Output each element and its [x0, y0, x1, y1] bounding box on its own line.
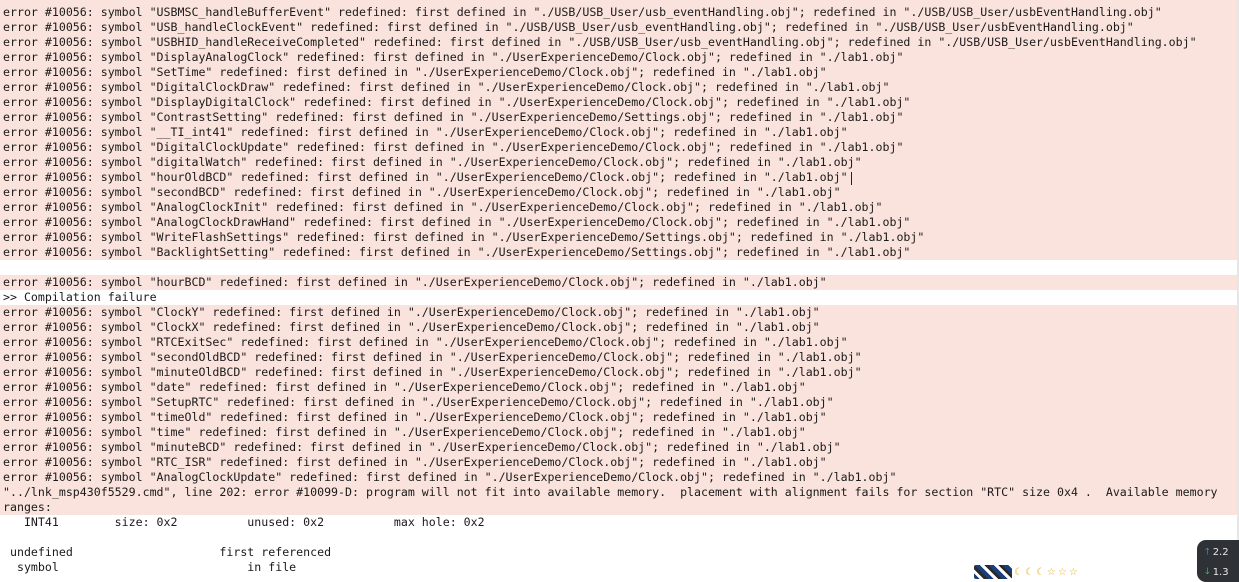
- upload-speed: 2.2: [1212, 546, 1229, 558]
- error-line: error #10056: symbol "AnalogClockUpdate"…: [0, 470, 1237, 485]
- upload-speed-row: 🡑 2.2: [1205, 544, 1229, 560]
- error-line: error #10056: symbol "AnalogClockInit" r…: [0, 200, 1237, 215]
- undefined-symbols-header: undefined first referenced: [0, 545, 1237, 560]
- error-line: error #10056: symbol "DisplayAnalogClock…: [0, 50, 1237, 65]
- error-line: error #10056: symbol "SetupRTC" redefine…: [0, 395, 1237, 410]
- tray-avatar-icon[interactable]: [974, 565, 1012, 579]
- error-line: error #10056: symbol "AnalogClockDrawHan…: [0, 215, 1237, 230]
- error-line: error #10056: symbol "ClockX" redefined:…: [0, 320, 1237, 335]
- star-icon: ☆: [1068, 566, 1078, 578]
- error-line: error #10056: symbol "ClockY" redefined:…: [0, 305, 1237, 320]
- error-line: error #10056: symbol "secondOldBCD" rede…: [0, 350, 1237, 365]
- error-line: error #10056: symbol "minuteOldBCD" rede…: [0, 365, 1237, 380]
- error-line: error #10056: symbol "WriteFlashSettings…: [0, 230, 1237, 245]
- moon-icon: ☾: [1035, 566, 1045, 578]
- star-icon: ☆: [1046, 566, 1056, 578]
- text-cursor: [851, 172, 852, 185]
- error-line: error #10056: symbol "USBHID_handleRecei…: [0, 35, 1237, 50]
- download-speed-row: 🡓 1.3: [1205, 564, 1229, 580]
- error-line: error #10056: symbol "digitalWatch" rede…: [0, 155, 1237, 170]
- error-line: error #10056: symbol "hourOldBCD" redefi…: [0, 170, 1237, 185]
- error-line: error #10056: symbol "ContrastSetting" r…: [0, 110, 1237, 125]
- error-line: error #10056: symbol "minuteBCD" redefin…: [0, 440, 1237, 455]
- error-line: error #10056: symbol "RTCExitSec" redefi…: [0, 335, 1237, 350]
- error-line: error #10056: symbol "secondBCD" redefin…: [0, 185, 1237, 200]
- error-line: error #10056: symbol "USB_handleClockEve…: [0, 20, 1237, 35]
- memory-range-line: INT41 size: 0x2 unused: 0x2 max hole: 0x…: [0, 515, 1237, 530]
- error-line: error #10056: symbol "DisplayDigitalCloc…: [0, 95, 1237, 110]
- download-arrow-icon: 🡓: [1205, 567, 1210, 577]
- memory-error-line: "../lnk_msp430f5529.cmd", line 202: erro…: [0, 485, 1237, 500]
- error-line: error #10056: symbol "hourBCD" redefined…: [0, 275, 1237, 290]
- error-line: error #10056: symbol "timeOld" redefined…: [0, 410, 1237, 425]
- error-line: error #10056: symbol "time" redefined: f…: [0, 425, 1237, 440]
- error-line: error #10056: symbol "DigitalClockUpdate…: [0, 140, 1237, 155]
- compilation-failure-line: >> Compilation failure: [0, 290, 1237, 305]
- moon-icon: ☾: [1014, 566, 1023, 578]
- error-line: error #10056: symbol "RTC_ISR" redefined…: [0, 455, 1237, 470]
- moon-icon: ☾: [1024, 566, 1034, 578]
- error-line: error #10056: symbol "DigitalClockDraw" …: [0, 80, 1237, 95]
- upload-arrow-icon: 🡑: [1205, 547, 1210, 557]
- download-speed: 1.3: [1212, 566, 1229, 578]
- error-line: error #10056: symbol "__TI_int41" redefi…: [0, 125, 1237, 140]
- network-speed-widget[interactable]: 🡑 2.2 🡓 1.3: [1197, 540, 1239, 582]
- error-line: error #10056: symbol "date" redefined: f…: [0, 380, 1237, 395]
- taskbar-tray: ☾ ☾ ☾ ☆ ☆ ☆: [974, 565, 1078, 579]
- star-icon: ☆: [1057, 566, 1067, 578]
- error-line: error #10056: symbol "USBMSC_handleBuffe…: [0, 5, 1237, 20]
- memory-error-line: ranges:: [0, 500, 1237, 515]
- error-line: error #10056: symbol "SetTime" redefined…: [0, 65, 1237, 80]
- error-line: error #10056: symbol "BacklightSetting" …: [0, 245, 1237, 260]
- console-output[interactable]: error #10056: symbol "USBMSC_handleBuffe…: [0, 0, 1239, 579]
